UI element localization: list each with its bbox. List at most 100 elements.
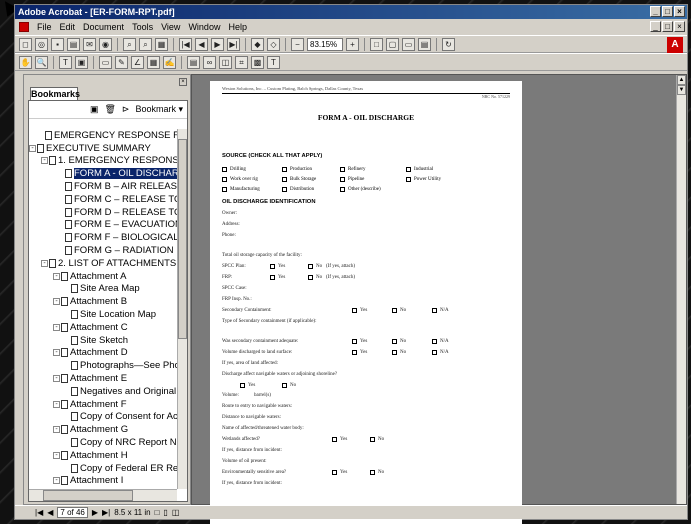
bookmark-item[interactable]: FORM F – BIOLOGICAL/M — [29, 231, 177, 244]
minimize-button[interactable]: _ — [650, 6, 661, 17]
checkbox[interactable] — [270, 275, 278, 281]
checkbox[interactable] — [270, 264, 278, 270]
collapse-toggle-icon[interactable]: - — [53, 272, 60, 280]
bookmark-item[interactable]: FORM C – RELEASE TO — [29, 193, 177, 206]
movie-tool-icon[interactable]: ▩ — [251, 55, 264, 69]
close-button[interactable]: × — [674, 6, 685, 17]
doc-restore-button[interactable]: □ — [662, 21, 673, 32]
search-icon[interactable]: ⌕ — [123, 37, 136, 51]
bookmark-item[interactable]: - Attachment A — [29, 270, 177, 283]
checkbox[interactable] — [332, 470, 340, 476]
doc-minimize-button[interactable]: _ — [650, 21, 661, 32]
last-page-icon[interactable]: ▶| — [227, 37, 240, 51]
touchup-tool-icon[interactable]: T — [267, 55, 280, 69]
last-page-status-icon[interactable]: ▶| — [102, 508, 110, 517]
open-icon[interactable]: ◻ — [19, 37, 32, 51]
bookmarks-vscrollbar[interactable] — [177, 129, 187, 489]
article-tool-icon[interactable]: ◫ — [219, 55, 232, 69]
checkbox[interactable] — [370, 470, 378, 476]
checkbox[interactable] — [240, 383, 248, 389]
collapse-toggle-icon[interactable]: - — [53, 451, 60, 459]
checkbox[interactable] — [370, 437, 378, 443]
facing-icon[interactable]: ◫ — [172, 508, 180, 517]
checkbox[interactable] — [432, 308, 440, 314]
zoom-tool-icon[interactable]: 🔍 — [35, 55, 48, 69]
bookmark-item[interactable]: Site Area Map — [29, 283, 177, 296]
collapse-toggle-icon[interactable]: - — [53, 375, 60, 383]
scroll-down-icon[interactable]: ▼ — [677, 85, 686, 95]
link-tool-icon[interactable]: ∞ — [203, 55, 216, 69]
expand-bookmark-icon[interactable]: ⊳ — [122, 104, 130, 115]
previous-page-icon[interactable]: ◀ — [195, 37, 208, 51]
collapse-toggle-icon[interactable]: - — [41, 259, 48, 267]
bookmark-item[interactable]: FORM G – RADIATION RE — [29, 244, 177, 257]
document-view[interactable]: Weston Solutions, Inc. – Custom Plating,… — [191, 74, 687, 524]
checkbox[interactable] — [352, 350, 360, 356]
bookmark-item[interactable]: FORM A - OIL DISCHARG — [29, 167, 177, 180]
bookmark-item[interactable]: Photographs—See Pho — [29, 359, 177, 372]
fit-page-icon[interactable]: ▢ — [386, 37, 399, 51]
zoom-input[interactable]: 83.15% — [307, 37, 343, 51]
zoom-in-icon[interactable]: + — [346, 37, 359, 51]
actual-size-icon[interactable]: □ — [370, 37, 383, 51]
acrobat-doc-icon[interactable] — [19, 22, 29, 32]
bookmark-item[interactable]: - Attachment E — [29, 372, 177, 385]
tab-bookmarks[interactable]: Bookmarks — [30, 87, 80, 100]
next-page-icon[interactable]: ▶ — [211, 37, 224, 51]
single-page-icon[interactable]: □ — [155, 508, 160, 517]
email-icon[interactable]: ✉ — [83, 37, 96, 51]
hand-tool-icon[interactable]: ✋ — [19, 55, 32, 69]
back-icon[interactable]: ◆ — [251, 37, 264, 51]
bookmark-item[interactable]: - Attachment G — [29, 423, 177, 436]
collapse-toggle-icon[interactable]: - — [53, 298, 60, 306]
collapse-toggle-icon[interactable]: - — [53, 323, 60, 331]
graphics-select-icon[interactable]: ▣ — [75, 55, 88, 69]
collapse-toggle-icon[interactable]: - — [53, 400, 60, 408]
bookmark-item[interactable]: Copy of Federal ER Re — [29, 462, 177, 475]
bookmark-item[interactable]: FORM B – AIR RELEASE — [29, 180, 177, 193]
bookmark-item[interactable]: - Attachment I — [29, 475, 177, 488]
menu-window[interactable]: Window — [188, 22, 220, 32]
bookmark-item[interactable]: - Attachment C — [29, 321, 177, 334]
bookmarks-close-icon[interactable]: × — [179, 78, 187, 86]
checkbox[interactable] — [392, 339, 400, 345]
bookmark-item[interactable]: FORM E – EVACUATION/ — [29, 219, 177, 232]
page-number-field[interactable]: 7 of 46 — [57, 507, 88, 518]
bookmark-item[interactable]: - EXECUTIVE SUMMARY — [29, 142, 177, 155]
bookmark-menu-button[interactable]: Bookmark ▾ — [135, 104, 183, 115]
next-page-status-icon[interactable]: ▶ — [92, 508, 98, 517]
crop-tool-icon[interactable]: ⌗ — [235, 55, 248, 69]
bookmark-item[interactable]: Copy of Consent for Ac — [29, 411, 177, 424]
browse-icon[interactable]: ◎ — [35, 37, 48, 51]
save-icon[interactable]: ▪ — [51, 37, 64, 51]
menu-tools[interactable]: Tools — [132, 22, 153, 32]
bookmark-item[interactable]: - Attachment H — [29, 449, 177, 462]
text-select-icon[interactable]: T — [59, 55, 72, 69]
checkbox[interactable] — [282, 383, 290, 389]
menu-edit[interactable]: Edit — [60, 22, 76, 32]
bookmark-item[interactable]: - Attachment B — [29, 295, 177, 308]
delete-bookmark-icon[interactable]: 🗑 — [104, 104, 115, 115]
bookmark-item[interactable]: - 1. EMERGENCY RESPONSE — [29, 155, 177, 168]
collapse-toggle-icon[interactable]: - — [29, 144, 36, 152]
prev-page-status-icon[interactable]: ◀ — [47, 508, 53, 517]
maximize-button[interactable]: □ — [662, 6, 673, 17]
bookmark-item[interactable]: FORM D – RELEASE TO — [29, 206, 177, 219]
checkbox[interactable] — [352, 308, 360, 314]
collapse-toggle-icon[interactable]: - — [53, 477, 60, 485]
zoom-out-icon[interactable]: − — [291, 37, 304, 51]
checkbox[interactable] — [352, 339, 360, 345]
document-vscrollbar[interactable]: ▲ ▼ — [676, 75, 686, 504]
collapse-toggle-icon[interactable]: - — [53, 349, 60, 357]
find-icon[interactable]: ⌕ — [139, 37, 152, 51]
checkbox[interactable] — [392, 308, 400, 314]
bookmark-item[interactable]: - 2. LIST OF ATTACHMENTS — [29, 257, 177, 270]
menu-document[interactable]: Document — [83, 22, 124, 32]
first-page-icon[interactable]: |◀ — [179, 37, 192, 51]
checkbox[interactable] — [432, 350, 440, 356]
stamp-tool-icon[interactable]: ▦ — [147, 55, 160, 69]
checkbox[interactable] — [332, 437, 340, 443]
pencil-tool-icon[interactable]: ✎ — [115, 55, 128, 69]
pages-icon[interactable]: ▦ — [155, 37, 168, 51]
bookmark-item[interactable]: Copy of NRC Report No — [29, 436, 177, 449]
